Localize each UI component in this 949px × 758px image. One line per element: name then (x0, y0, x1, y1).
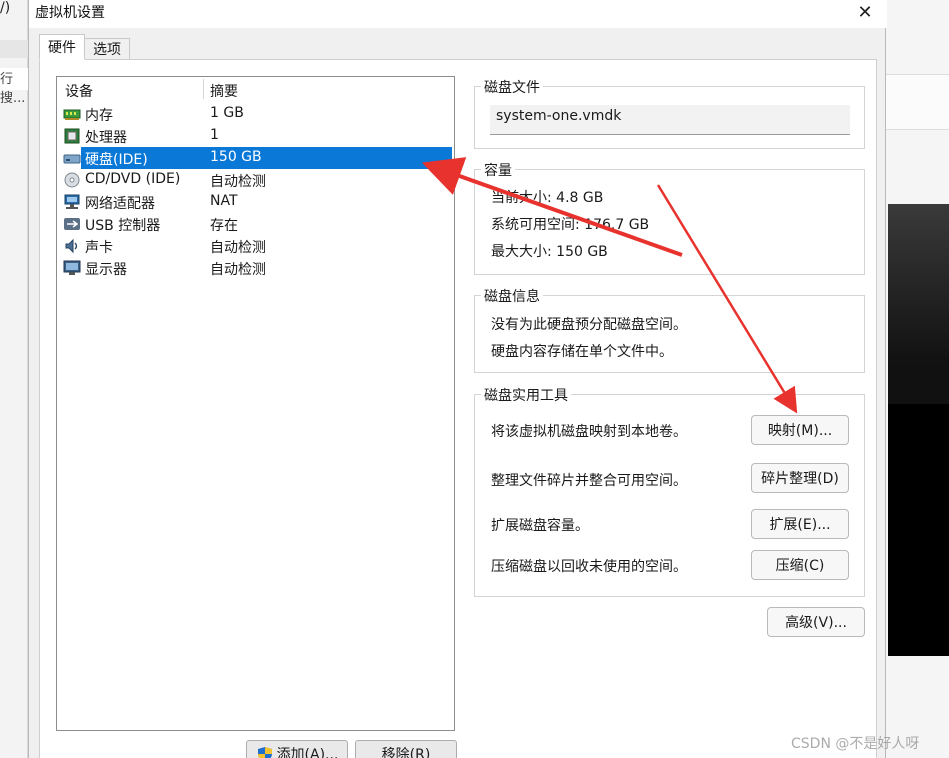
capacity-title: 容量 (481, 160, 515, 180)
device-row-network[interactable]: 网络适配器 NAT (61, 191, 454, 213)
device-row-display[interactable]: 显示器 自动检测 (61, 257, 454, 279)
list-header: 设备 摘要 (57, 77, 454, 101)
device-summary: 自动检测 (210, 262, 266, 278)
defragment-button[interactable]: 碎片整理(D) (751, 463, 849, 493)
device-name: CD/DVD (IDE) (85, 171, 181, 187)
device-name: 处理器 (85, 130, 127, 146)
map-button[interactable]: 映射(M)... (751, 415, 849, 445)
remove-button-label: 移除(R) (381, 747, 431, 758)
disk-file-group: 磁盘文件 system-one.vmdk (474, 77, 865, 149)
cpu-icon (64, 128, 80, 144)
vm-settings-dialog: 虚拟机设置 ✕ 硬件 选项 设备 摘要 内存 1 GB 处理器 1 硬盘(IDE… (28, 0, 887, 758)
device-row-usb[interactable]: USB 控制器 存在 (61, 213, 454, 235)
hardware-panel: 设备 摘要 内存 1 GB 处理器 1 硬盘(IDE) 150 GB CD/DV… (39, 59, 877, 758)
device-row-memory[interactable]: 内存 1 GB (61, 103, 454, 125)
device-name: 硬盘(IDE) (85, 152, 148, 168)
disk-info-line-2: 硬盘内容存储在单个文件中。 (491, 344, 673, 360)
add-button-label: 添加(A)... (276, 747, 339, 758)
map-description: 将该虚拟机磁盘映射到本地卷。 (491, 424, 687, 440)
device-summary: 150 GB (210, 149, 262, 165)
usb-icon (64, 218, 80, 230)
background-text: /) (0, 0, 11, 16)
capacity-group: 容量 当前大小: 4.8 GB 系统可用空间: 176.7 GB 最大大小: 1… (474, 160, 865, 275)
compact-description: 压缩磁盘以回收未使用的空间。 (491, 559, 687, 575)
column-header-device[interactable]: 设备 (65, 81, 93, 101)
background-toolbar (0, 40, 28, 58)
device-name: USB 控制器 (85, 218, 161, 234)
watermark: CSDN @不是好人呀 (791, 736, 920, 752)
cd-icon (64, 172, 80, 188)
background-app-right (886, 0, 949, 758)
memory-icon (63, 109, 81, 120)
close-button[interactable]: ✕ (845, 0, 885, 24)
column-separator[interactable] (203, 79, 204, 99)
expand-button[interactable]: 扩展(E)... (751, 509, 849, 539)
tab-bar: 硬件 选项 (39, 34, 130, 60)
sound-icon (65, 238, 78, 254)
remove-device-button[interactable]: 移除(R) (355, 740, 457, 758)
device-summary: 1 (210, 127, 219, 143)
defragment-description: 整理文件碎片并整合可用空间。 (491, 473, 687, 489)
device-name: 网络适配器 (85, 196, 155, 212)
advanced-button[interactable]: 高级(V)... (767, 607, 865, 637)
device-row-cddvd[interactable]: CD/DVD (IDE) 自动检测 (61, 169, 454, 191)
compact-button[interactable]: 压缩(C) (751, 550, 849, 580)
disk-info-group: 磁盘信息 没有为此硬盘预分配磁盘空间。 硬盘内容存储在单个文件中。 (474, 286, 865, 373)
disk-utilities-group: 磁盘实用工具 将该虚拟机磁盘映射到本地卷。 映射(M)... 整理文件碎片并整合… (474, 385, 865, 597)
expand-description: 扩展磁盘容量。 (491, 518, 589, 534)
device-name: 显示器 (85, 262, 127, 278)
disk-info-line-1: 没有为此硬盘预分配磁盘空间。 (491, 317, 687, 333)
device-summary: NAT (210, 193, 238, 209)
disk-info-title: 磁盘信息 (481, 286, 543, 306)
title-bar: 虚拟机设置 ✕ (29, 0, 887, 28)
disk-file-field[interactable]: system-one.vmdk (490, 105, 850, 135)
system-free-space: 系统可用空间: 176.7 GB (491, 217, 650, 233)
background-search-text: 行搜... (0, 68, 28, 106)
add-device-button[interactable]: 添加(A)... (246, 740, 348, 758)
device-summary: 自动检测 (210, 240, 266, 256)
device-summary: 自动检测 (210, 174, 266, 190)
device-summary: 1 GB (210, 105, 244, 121)
device-row-harddisk[interactable]: 硬盘(IDE) 150 GB (61, 147, 454, 169)
device-name: 声卡 (85, 240, 113, 256)
device-summary: 存在 (210, 218, 238, 234)
window-title: 虚拟机设置 (35, 5, 105, 21)
tab-hardware[interactable]: 硬件 (39, 34, 85, 60)
max-size: 最大大小: 150 GB (491, 244, 608, 260)
column-header-summary[interactable]: 摘要 (210, 81, 238, 101)
disk-utilities-title: 磁盘实用工具 (481, 385, 571, 405)
background-app-left: /) 行搜... (0, 0, 28, 758)
device-name: 内存 (85, 108, 113, 124)
shield-icon (257, 747, 272, 758)
background-dark-panel (888, 204, 949, 656)
close-icon: ✕ (857, 1, 873, 23)
harddisk-icon (63, 154, 81, 164)
network-icon (64, 194, 80, 209)
current-size: 当前大小: 4.8 GB (491, 190, 604, 206)
disk-file-title: 磁盘文件 (481, 77, 543, 97)
tab-options[interactable]: 选项 (85, 38, 130, 60)
background-strip (886, 74, 949, 130)
device-list: 设备 摘要 内存 1 GB 处理器 1 硬盘(IDE) 150 GB CD/DV… (56, 76, 455, 731)
device-row-sound[interactable]: 声卡 自动检测 (61, 235, 454, 257)
device-row-processor[interactable]: 处理器 1 (61, 125, 454, 147)
display-icon (63, 260, 81, 275)
